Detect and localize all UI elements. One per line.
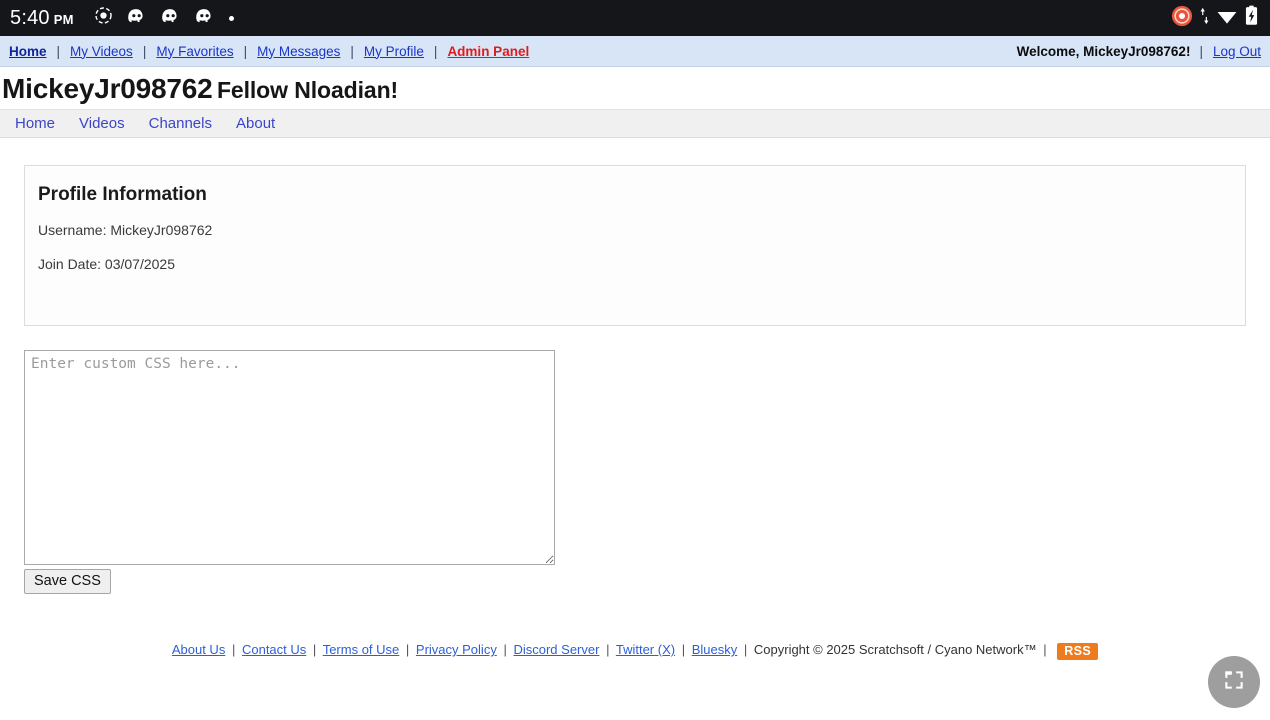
nav-link-my-profile[interactable]: My Profile	[363, 44, 425, 59]
subnav-item-channels[interactable]: Channels	[149, 115, 212, 132]
profile-username-row: Username: MickeyJr098762	[38, 222, 213, 238]
clock-ampm: PM	[53, 11, 74, 27]
battery-charging-icon	[1245, 5, 1258, 31]
profile-information-card: Profile Information Username: MickeyJr09…	[24, 165, 1246, 326]
nav-separator: |	[350, 43, 354, 59]
page-title: MickeyJr098762 Fellow Nloadian!	[0, 67, 1270, 109]
rss-badge[interactable]: RSS	[1057, 643, 1099, 660]
nav-separator: |	[433, 43, 438, 59]
collapse-icon	[1221, 667, 1247, 698]
status-bar-notification-icons	[94, 6, 234, 30]
nav-separator: |	[243, 43, 248, 59]
footer-separator: |	[681, 642, 686, 657]
footer-link-bluesky[interactable]: Bluesky	[692, 642, 738, 657]
main-content: Profile Information Username: MickeyJr09…	[0, 165, 1270, 660]
wifi-icon	[1216, 7, 1238, 30]
footer-separator: |	[503, 642, 507, 657]
footer-copyright: Copyright © 2025 Scratchsoft / Cyano Net…	[753, 642, 1037, 657]
page-title-tagline: Fellow Nloadian!	[216, 77, 399, 103]
discord-icon	[127, 8, 147, 29]
profile-join-date-row: Join Date: 03/07/2025	[38, 256, 175, 272]
account-area: Welcome, MickeyJr098762! | Log Out	[1017, 44, 1262, 59]
primary-navigation-bar: Home | My Videos | My Favorites | My Mes…	[0, 36, 1270, 67]
log-out-link[interactable]: Log Out	[1212, 44, 1262, 59]
welcome-message: Welcome, MickeyJr098762!	[1016, 43, 1191, 59]
save-css-button[interactable]: Save CSS	[24, 569, 111, 594]
status-bar-system-icons	[1171, 5, 1258, 32]
footer-separator: |	[743, 642, 748, 657]
nav-separator: |	[1199, 43, 1203, 59]
recording-active-icon	[1171, 5, 1193, 32]
footer-separator: |	[312, 642, 317, 657]
page-title-username: MickeyJr098762	[2, 73, 213, 104]
discord-icon	[195, 8, 215, 29]
nav-separator: |	[56, 43, 61, 59]
footer-link-contact-us[interactable]: Contact Us	[242, 642, 306, 657]
status-bar-clock: 5:40 PM	[10, 7, 74, 30]
site-footer: About Us | Contact Us | Terms of Use | P…	[24, 642, 1246, 660]
footer-link-about-us[interactable]: About Us	[172, 642, 225, 657]
nav-link-admin-panel[interactable]: Admin Panel	[446, 44, 530, 59]
footer-link-terms-of-use[interactable]: Terms of Use	[323, 642, 400, 657]
nav-separator: |	[142, 43, 147, 59]
collapse-floating-button[interactable]	[1208, 656, 1260, 708]
dot-icon	[228, 15, 234, 21]
subnav-item-home[interactable]: Home	[15, 115, 55, 132]
footer-link-twitter-x[interactable]: Twitter (X)	[616, 642, 675, 657]
nav-link-my-messages[interactable]: My Messages	[256, 44, 341, 59]
nav-link-my-favorites[interactable]: My Favorites	[155, 44, 234, 59]
nav-link-my-videos[interactable]: My Videos	[69, 44, 134, 59]
secondary-navigation-bar: Home Videos Channels About	[0, 109, 1270, 138]
data-transfer-icon	[1200, 7, 1209, 30]
footer-link-discord-server[interactable]: Discord Server	[513, 642, 599, 657]
screen-record-icon	[94, 6, 113, 30]
footer-separator: |	[405, 642, 410, 657]
footer-separator: |	[606, 642, 610, 657]
primary-nav-links: Home | My Videos | My Favorites | My Mes…	[8, 44, 530, 59]
profile-card-title: Profile Information	[38, 184, 207, 205]
footer-separator: |	[231, 642, 236, 657]
footer-link-privacy-policy[interactable]: Privacy Policy	[416, 642, 497, 657]
nav-link-home[interactable]: Home	[8, 44, 48, 59]
footer-separator: |	[1043, 642, 1047, 657]
android-status-bar: 5:40 PM	[0, 0, 1270, 36]
custom-css-input[interactable]	[24, 350, 555, 565]
discord-icon	[161, 8, 181, 29]
clock-time: 5:40	[10, 6, 50, 29]
subnav-item-videos[interactable]: Videos	[79, 115, 125, 132]
subnav-item-about[interactable]: About	[236, 115, 275, 132]
